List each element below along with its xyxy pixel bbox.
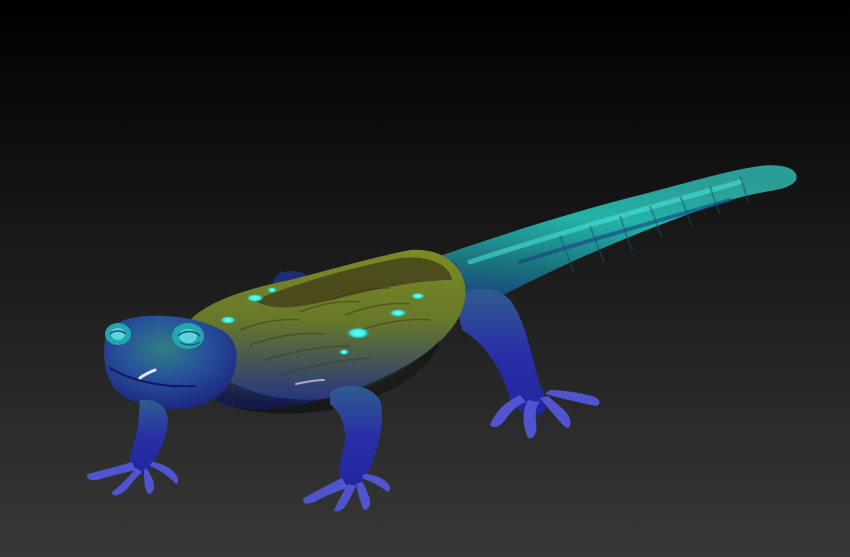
left-eye — [105, 323, 131, 345]
salamander-head — [104, 315, 237, 410]
salamander-render — [0, 0, 850, 557]
right-eye — [172, 323, 204, 349]
render-viewport — [0, 0, 850, 557]
